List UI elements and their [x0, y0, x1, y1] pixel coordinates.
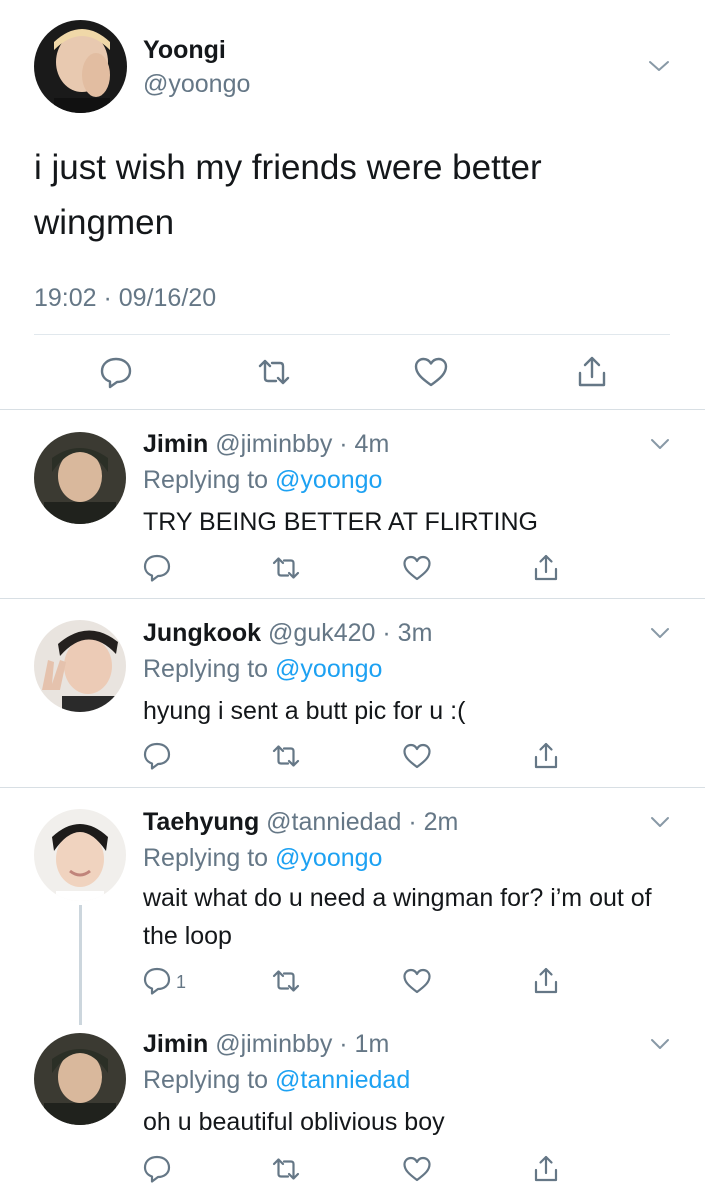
- avatar[interactable]: [34, 1033, 126, 1125]
- author-handle[interactable]: @guk420: [268, 619, 375, 647]
- reply-text: oh u beautiful oblivious boy: [143, 1108, 445, 1136]
- main-tweet: Yoongi @yoongo i just wish my friends we…: [0, 0, 705, 410]
- chevron-down-icon[interactable]: [648, 58, 670, 74]
- mention-link[interactable]: @yoongo: [275, 466, 382, 494]
- reply-text: hyung i sent a butt pic for u :(: [143, 697, 466, 725]
- mention-link[interactable]: @yoongo: [275, 655, 382, 683]
- chevron-down-icon[interactable]: [650, 1037, 670, 1051]
- replying-label: Replying to: [143, 1066, 276, 1094]
- reply-icon[interactable]: [142, 966, 172, 996]
- reply-text: wait what do u need a wingman for? i’m o…: [143, 884, 652, 950]
- like-icon[interactable]: [402, 553, 432, 583]
- avatar[interactable]: [34, 20, 127, 113]
- author-handle[interactable]: @tanniedad: [266, 808, 401, 836]
- author-name[interactable]: Taehyung: [143, 808, 259, 836]
- avatar[interactable]: [34, 809, 126, 901]
- replying-to: Replying to @yoongo: [143, 655, 382, 684]
- author-handle[interactable]: @yoongo: [143, 70, 250, 99]
- share-icon[interactable]: [531, 741, 561, 771]
- retweet-icon[interactable]: [271, 553, 301, 583]
- reply-icon[interactable]: [142, 741, 172, 771]
- like-icon[interactable]: [402, 741, 432, 771]
- author-name[interactable]: Jimin: [143, 430, 208, 458]
- reply-header: Jungkook @guk420 · 3m: [143, 619, 432, 648]
- author-name[interactable]: Yoongi: [143, 36, 226, 65]
- divider: [34, 334, 670, 335]
- chevron-down-icon[interactable]: [650, 437, 670, 451]
- reply-text: TRY BEING BETTER AT FLIRTING: [143, 508, 538, 536]
- like-icon[interactable]: [402, 966, 432, 996]
- replying-to: Replying to @tanniedad: [143, 1066, 410, 1095]
- replying-to: Replying to @yoongo: [143, 844, 382, 873]
- mention-link[interactable]: @tanniedad: [275, 1066, 410, 1094]
- reply-time: · 4m: [339, 430, 390, 458]
- tweet-timestamp[interactable]: 19:02 · 09/16/20: [34, 284, 216, 313]
- tweet-text: i just wish my friends were better wingm…: [34, 148, 542, 242]
- retweet-icon[interactable]: [271, 966, 301, 996]
- reply-icon[interactable]: [142, 1154, 172, 1184]
- replying-label: Replying to: [143, 466, 276, 494]
- reply-time: · 3m: [382, 619, 433, 647]
- share-icon[interactable]: [531, 553, 561, 583]
- thread-connector: [79, 905, 82, 1025]
- like-icon[interactable]: [402, 1154, 432, 1184]
- chevron-down-icon[interactable]: [650, 815, 670, 829]
- reply-icon[interactable]: [98, 354, 134, 390]
- reply-count: 1: [176, 972, 187, 992]
- reply-header: Jimin @jiminbby · 4m: [143, 430, 389, 459]
- author-handle[interactable]: @jiminbby: [215, 430, 332, 458]
- reply-time: · 1m: [339, 1030, 390, 1058]
- replying-to: Replying to @yoongo: [143, 466, 382, 495]
- chevron-down-icon[interactable]: [650, 626, 670, 640]
- reply-header: Taehyung @tanniedad · 2m: [143, 808, 458, 837]
- author-handle[interactable]: @jiminbby: [215, 1030, 332, 1058]
- avatar[interactable]: [34, 620, 126, 712]
- like-icon[interactable]: [413, 354, 449, 390]
- author-name[interactable]: Jimin: [143, 1030, 208, 1058]
- reply-icon[interactable]: [142, 553, 172, 583]
- reply-tweet[interactable]: Jimin @jiminbby · 1m Replying to @tannie…: [0, 1012, 705, 1200]
- replying-label: Replying to: [143, 655, 276, 683]
- retweet-icon[interactable]: [271, 741, 301, 771]
- retweet-icon[interactable]: [271, 1154, 301, 1184]
- reply-time: · 2m: [408, 808, 459, 836]
- share-icon[interactable]: [574, 354, 610, 390]
- reply-tweet[interactable]: Jimin @jiminbby · 4m Replying to @yoongo…: [0, 410, 705, 598]
- mention-link[interactable]: @yoongo: [275, 844, 382, 872]
- replying-label: Replying to: [143, 844, 276, 872]
- reply-header: Jimin @jiminbby · 1m: [143, 1030, 389, 1059]
- reply-tweet[interactable]: Taehyung @tanniedad · 2m Replying to @yo…: [0, 788, 705, 1012]
- retweet-icon[interactable]: [256, 354, 292, 390]
- avatar[interactable]: [34, 432, 126, 524]
- reply-tweet[interactable]: Jungkook @guk420 · 3m Replying to @yoong…: [0, 599, 705, 787]
- author-name[interactable]: Jungkook: [143, 619, 261, 647]
- share-icon[interactable]: [531, 966, 561, 996]
- share-icon[interactable]: [531, 1154, 561, 1184]
